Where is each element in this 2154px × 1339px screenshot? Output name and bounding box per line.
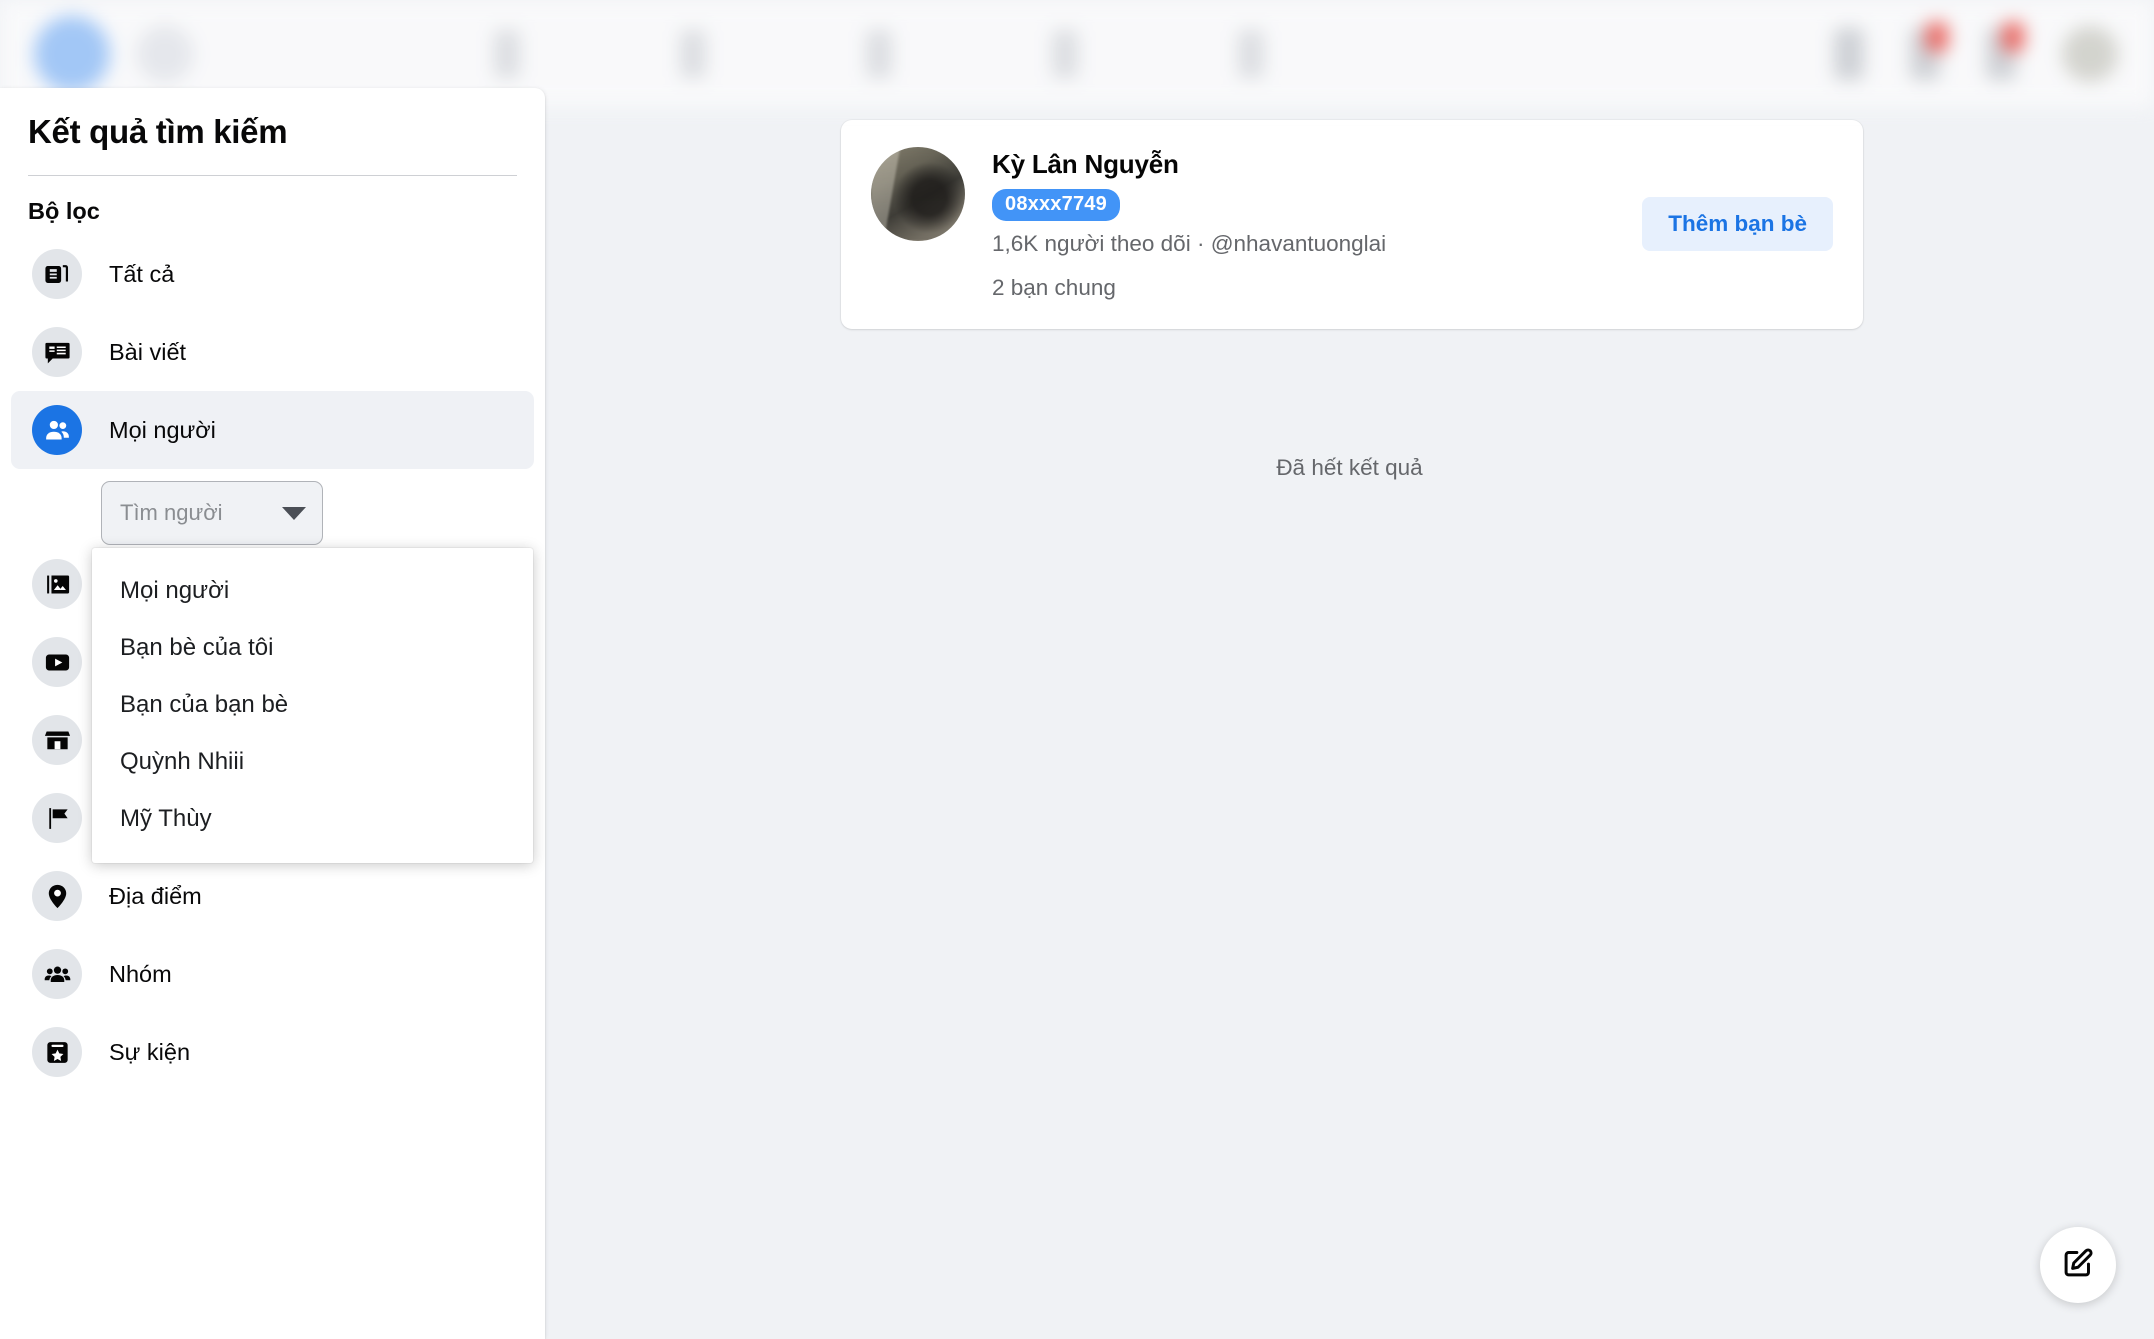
- menu-grid-icon[interactable]: [1834, 27, 1864, 80]
- posts-icon: [32, 327, 82, 377]
- person-name[interactable]: Kỳ Lân Nguyễn: [992, 149, 1642, 180]
- notifications-icon[interactable]: [1986, 21, 2024, 80]
- notifications-badge: [2002, 21, 2024, 52]
- sidebar-item-label: Mọi người: [109, 416, 216, 443]
- sidebar-item-events[interactable]: Sự kiện: [11, 1013, 534, 1091]
- person-result-card[interactable]: Kỳ Lân Nguyễn 08xxx7749 1,6K người theo …: [841, 120, 1863, 329]
- location-icon: [32, 871, 82, 921]
- dropdown-option-my-thuy[interactable]: Mỹ Thùy: [92, 790, 533, 847]
- sidebar-item-label: Địa điểm: [109, 882, 202, 909]
- filters-heading: Bộ lọc: [28, 198, 100, 224]
- dropdown-option-quynh-nhiii[interactable]: Quỳnh Nhiii: [92, 733, 533, 790]
- pages-icon: [32, 793, 82, 843]
- sidebar-item-label: Tất cả: [109, 260, 175, 287]
- chevron-down-icon: [282, 506, 306, 520]
- video-icon: [32, 637, 82, 687]
- nav-tab-video[interactable]: [680, 29, 706, 78]
- search-icon[interactable]: [136, 24, 194, 83]
- messenger-icon[interactable]: [1910, 21, 1948, 80]
- sidebar-item-posts[interactable]: Bài viết: [11, 313, 534, 391]
- people-select-container: Tìm người: [11, 469, 534, 545]
- avatar[interactable]: [871, 147, 965, 241]
- nav-tabs: [494, 29, 1264, 78]
- top-right-actions: [1834, 21, 2118, 82]
- person-followers-and-handle: 1,6K người theo dõi · @nhavantuonglai: [992, 231, 1387, 256]
- sidebar-item-places[interactable]: Địa điểm: [11, 857, 534, 935]
- sidebar-item-all[interactable]: Tất cả: [11, 235, 534, 313]
- status-badge: 08xxx7749: [992, 189, 1120, 221]
- avatar[interactable]: [2062, 25, 2118, 82]
- search-results-main: Kỳ Lân Nguyễn 08xxx7749 1,6K người theo …: [545, 107, 2154, 1339]
- sidebar-item-people[interactable]: Mọi người: [11, 391, 534, 469]
- dropdown-option-everyone[interactable]: Mọi người: [92, 562, 533, 619]
- photos-icon: [32, 559, 82, 609]
- nav-tab-groups[interactable]: [1052, 29, 1078, 78]
- search-results-page: Kết quả tìm kiếm Bộ lọc Tất cả Bài viết: [0, 0, 2154, 1339]
- dropdown-option-my-friends[interactable]: Bạn bè của tôi: [92, 619, 533, 676]
- end-of-results-text: Đã hết kết quả: [1276, 455, 1423, 480]
- people-icon: [32, 405, 82, 455]
- person-details: Kỳ Lân Nguyễn 08xxx7749 1,6K người theo …: [992, 147, 1642, 301]
- nav-tab-home[interactable]: [494, 29, 520, 78]
- sidebar-item-label: Bài viết: [109, 338, 187, 365]
- compose-fab-button[interactable]: [2040, 1227, 2116, 1303]
- compose-edit-icon: [2061, 1246, 2095, 1285]
- sidebar-item-label: Nhóm: [109, 960, 172, 987]
- nav-tab-gaming[interactable]: [1238, 29, 1264, 78]
- facebook-logo-icon[interactable]: [34, 15, 110, 92]
- dropdown-option-friends-of-friends[interactable]: Bạn của bạn bè: [92, 676, 533, 733]
- all-results-icon: [32, 249, 82, 299]
- marketplace-icon: [32, 715, 82, 765]
- people-select-placeholder: Tìm người: [120, 500, 223, 525]
- sidebar-item-groups[interactable]: Nhóm: [11, 935, 534, 1013]
- page-title: Kết quả tìm kiếm: [28, 113, 288, 150]
- sidebar-item-label: Sự kiện: [109, 1038, 191, 1065]
- nav-tab-marketplace[interactable]: [866, 29, 892, 78]
- groups-icon: [32, 949, 82, 999]
- add-friend-button[interactable]: Thêm bạn bè: [1642, 197, 1833, 251]
- events-icon: [32, 1027, 82, 1077]
- people-filter-dropdown-menu: Mọi người Bạn bè của tôi Bạn của bạn bè …: [92, 548, 533, 863]
- mutual-friends-count: 2 bạn chung: [992, 275, 1116, 300]
- people-filter-select[interactable]: Tìm người: [101, 481, 323, 545]
- messenger-badge: [1926, 21, 1948, 52]
